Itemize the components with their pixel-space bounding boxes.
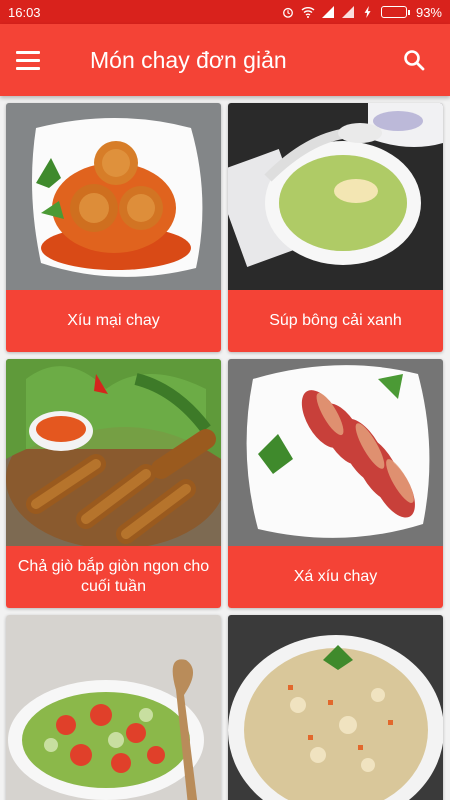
- battery-percent: 93%: [415, 4, 442, 20]
- signal-icon-2: [341, 6, 354, 18]
- dish-label: Súp bông cải xanh: [228, 290, 443, 352]
- dish-label: Xíu mại chay: [6, 290, 221, 352]
- dish-card-cha-gio-bap[interactable]: Chả giò bắp giòn ngon cho cuối tuần: [6, 359, 221, 608]
- status-bar: 16:03 93%: [0, 0, 450, 24]
- alarm-icon: [283, 7, 293, 18]
- dish-card-xa-xiu-chay[interactable]: Xá xíu chay: [228, 359, 443, 608]
- dish-image: [6, 615, 221, 800]
- signal-icon: [321, 6, 334, 18]
- dish-grid: Xíu mại chay Súp bông cải xanh Chả giò b…: [0, 96, 450, 800]
- page-title: Món chay đơn giản: [90, 46, 287, 73]
- search-icon[interactable]: [394, 40, 434, 80]
- app-bar: Món chay đơn giản: [0, 24, 450, 96]
- status-time: 16:03: [8, 4, 41, 20]
- dish-label: Chả giò bắp giòn ngon cho cuối tuần: [6, 546, 221, 608]
- wifi-icon: [301, 7, 315, 18]
- dish-image: [228, 359, 443, 546]
- dish-label: Xá xíu chay: [228, 546, 443, 608]
- dish-image: [228, 103, 443, 290]
- dish-card-xiu-mai[interactable]: Xíu mại chay: [6, 103, 221, 352]
- dish-image: [228, 615, 443, 800]
- dish-card-salad[interactable]: [6, 615, 221, 800]
- dish-image: [6, 359, 221, 546]
- battery-icon: [380, 6, 410, 18]
- charging-icon: [364, 6, 371, 18]
- dish-image: [6, 103, 221, 290]
- status-icons: 93%: [281, 5, 442, 20]
- dish-card-com-chien[interactable]: [228, 615, 443, 800]
- hamburger-menu-icon[interactable]: [16, 42, 52, 78]
- dish-card-sup-bong-cai[interactable]: Súp bông cải xanh: [228, 103, 443, 352]
